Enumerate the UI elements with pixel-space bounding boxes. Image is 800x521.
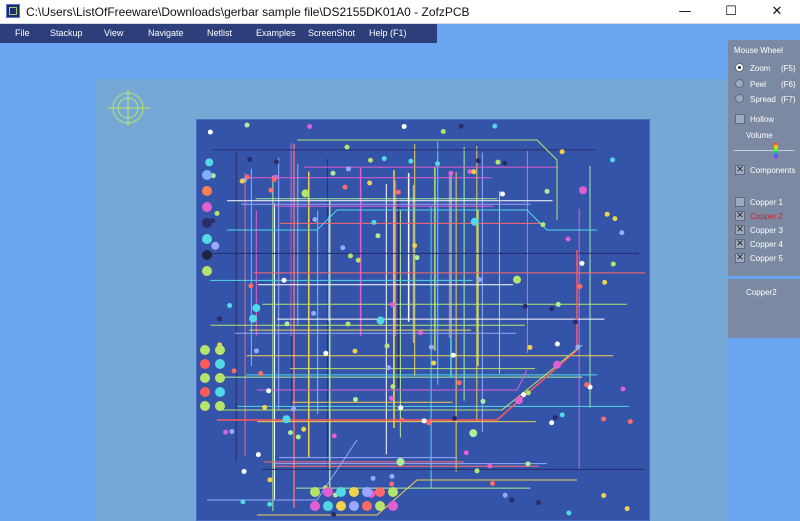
volume-slider-thumb[interactable] [774, 143, 778, 158]
copper3-label: Copper 3 [750, 226, 783, 235]
menu-file[interactable]: File [15, 24, 30, 43]
hollow-checkbox[interactable] [735, 114, 745, 124]
maximize-button[interactable]: ☐ [708, 0, 754, 24]
copper5-checkbox[interactable]: ✕ [735, 253, 745, 263]
pcb-board[interactable] [196, 119, 650, 521]
peel-radio[interactable] [735, 79, 744, 88]
spread-radio[interactable] [735, 94, 744, 103]
copper1-checkbox[interactable] [735, 197, 745, 207]
app-icon [6, 4, 20, 18]
pcb-traces [200, 122, 646, 517]
minimize-button[interactable]: — [662, 0, 708, 24]
components-label: Components [750, 166, 796, 175]
zoom-radio[interactable] [735, 63, 744, 72]
copper3-checkbox[interactable]: ✕ [735, 225, 745, 235]
menu-screenshot[interactable]: ScreenShot [308, 24, 355, 43]
menu-help[interactable]: Help (F1) [369, 24, 407, 43]
menu-stackup[interactable]: Stackup [50, 24, 83, 43]
zoom-key: (F5) [781, 64, 796, 73]
spread-label: Spread [750, 95, 776, 104]
volume-label: Volume [746, 131, 773, 140]
copper5-label: Copper 5 [750, 254, 783, 263]
zoom-label: Zoom [750, 64, 771, 73]
menu-view[interactable]: View [104, 24, 123, 43]
copper4-checkbox[interactable]: ✕ [735, 239, 745, 249]
copper4-label: Copper 4 [750, 240, 783, 249]
title-bar: C:\Users\ListOfFreeware\Downloads\gerbar… [0, 0, 800, 24]
peel-key: (F6) [781, 80, 796, 89]
spread-key: (F7) [781, 95, 796, 104]
menu-bar: File Stackup View Navigate Netlist Examp… [0, 24, 437, 43]
mouse-wheel-label: Mouse Wheel [734, 46, 783, 55]
current-layer-box: Copper2 [728, 279, 800, 338]
hollow-label: Hollow [750, 115, 775, 124]
menu-examples[interactable]: Examples [256, 24, 296, 43]
copper1-label: Copper 1 [750, 198, 783, 207]
crosshair-icon [108, 90, 150, 126]
window-title: C:\Users\ListOfFreeware\Downloads\gerbar… [26, 5, 470, 19]
volume-slider-track[interactable] [734, 150, 794, 151]
close-button[interactable]: ✕ [754, 0, 800, 24]
peel-label: Peel [750, 80, 767, 89]
components-checkbox[interactable]: ✕ [735, 165, 745, 175]
menu-netlist[interactable]: Netlist [207, 24, 232, 43]
current-layer-label: Copper2 [746, 288, 777, 297]
menu-navigate[interactable]: Navigate [148, 24, 184, 43]
copper2-label: Copper 2 [750, 212, 783, 221]
copper2-checkbox[interactable]: ✕ [735, 211, 745, 221]
